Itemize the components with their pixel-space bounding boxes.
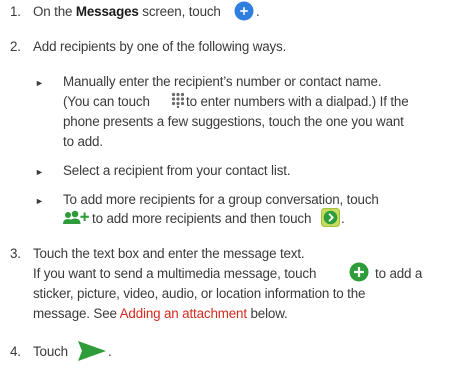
- sub-1-line-2a: (You can touch: [63, 94, 150, 109]
- sub-3-line-1: To add more recipients for a group conve…: [63, 192, 379, 207]
- next-arrow-icon: [321, 208, 340, 227]
- bullet-icon: ►: [35, 167, 44, 177]
- step-4-text: Touch: [33, 344, 68, 359]
- sub-1-line-2b: to enter numbers with a dialpad.) If the: [186, 94, 409, 109]
- sub-2-line-1: Select a recipient from your contact lis…: [63, 163, 291, 178]
- add-people-icon: [63, 210, 89, 224]
- step-3-para-3a: message. See: [33, 306, 120, 321]
- sub-1-line-3: phone presents a few suggestions, touch …: [63, 114, 404, 129]
- sub-1-line-1: Manually enter the recipient’s number or…: [63, 74, 382, 89]
- step-1-post: screen, touch: [138, 4, 221, 19]
- bullet-icon: ►: [35, 78, 44, 88]
- dialpad-icon: [171, 92, 185, 108]
- send-icon: [78, 341, 106, 361]
- step-3-para-1b: to add a: [375, 266, 423, 281]
- adding-attachment-link[interactable]: Adding an attachment: [120, 306, 247, 321]
- step-1-pre: On the: [33, 4, 76, 19]
- add-attachment-icon: [349, 262, 369, 282]
- step-2-text: Add recipients by one of the following w…: [33, 39, 287, 54]
- step-3-para-3b: below.: [246, 306, 288, 321]
- step-1-text: On the Messages screen, touch: [33, 3, 221, 21]
- sub-3-line-2: to add more recipients and then touch: [92, 211, 312, 226]
- step-1-bold: Messages: [75, 4, 139, 19]
- sub-1-line-2: (You can touch: [63, 93, 150, 111]
- bullet-icon: ►: [35, 196, 44, 206]
- help-page: { "steps": [ { "number": "1.", "pre": "O…: [0, 0, 467, 378]
- step-3-para-1a: If you want to send a multimedia message…: [33, 266, 317, 281]
- sub-3-end: .: [341, 211, 345, 226]
- step-4-end: .: [108, 344, 112, 359]
- sub-1-line-4: to add.: [63, 134, 103, 149]
- step-3-para-3: message. See Adding an attachment below.: [33, 305, 288, 323]
- new-message-icon: [234, 1, 254, 21]
- step-2-number: 2.: [10, 39, 21, 54]
- step-1-end: .: [256, 4, 260, 19]
- step-4-number: 4.: [10, 344, 21, 359]
- step-3-number: 3.: [10, 246, 21, 261]
- step-1-number: 1.: [10, 4, 21, 19]
- step-3-para-2: sticker, picture, video, audio, or locat…: [33, 286, 366, 301]
- step-3-text: Touch the text box and enter the message…: [33, 246, 305, 261]
